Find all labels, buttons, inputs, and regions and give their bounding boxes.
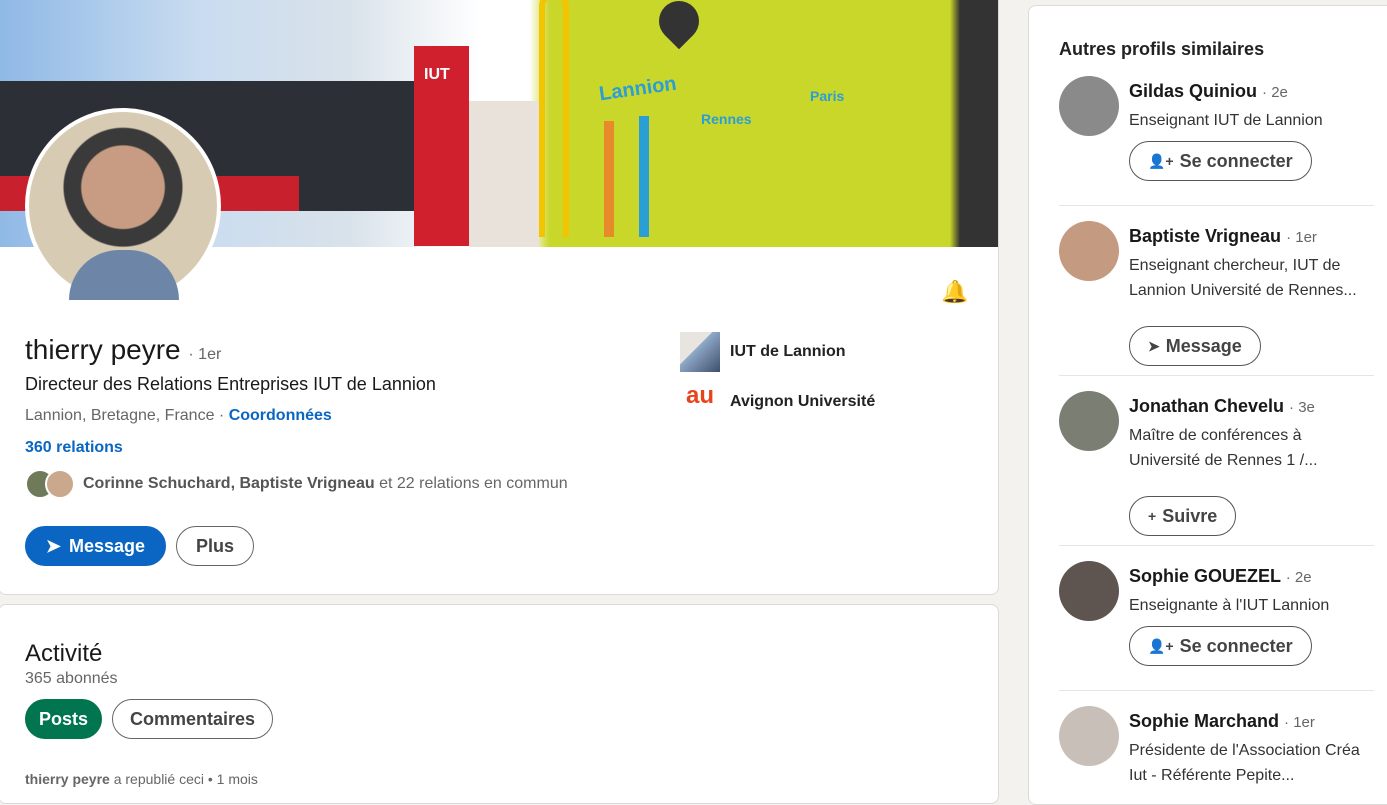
person-name[interactable]: Baptiste Vrigneau · 1er (1129, 226, 1317, 247)
person-headline: Enseignante à l'IUT Lannion (1129, 597, 1330, 614)
similar-profile-item[interactable]: Sophie Marchand · 1er Présidente de l'As… (1059, 706, 1374, 804)
add-person-icon: 👤+ (1148, 637, 1174, 654)
similar-profile-item[interactable]: Jonathan Chevelu · 3e Maître de conféren… (1059, 391, 1374, 536)
send-icon: ➤ (45, 535, 62, 556)
avatar[interactable] (1059, 76, 1119, 136)
similar-profile-item[interactable]: Sophie GOUEZEL · 2e Enseignante à l'IUT … (1059, 561, 1374, 681)
add-person-icon: 👤+ (1148, 152, 1174, 169)
banner-label-paris: Paris (810, 88, 845, 104)
person-headline: Présidente de l'Association Créa Iut - R… (1129, 742, 1360, 784)
divider (1059, 690, 1374, 691)
message-button[interactable]: ➤ Message (25, 526, 166, 566)
profile-action-button[interactable]: ➤ Message (1129, 326, 1261, 366)
action-label: Message (1165, 335, 1242, 356)
banner-iut-tower: IUT (414, 46, 469, 246)
bell-icon[interactable]: 🔔 (941, 279, 968, 305)
profile-action-button[interactable]: 👤+ Se connecter (1129, 141, 1312, 181)
connection-degree: · 3e (1289, 399, 1315, 416)
map-pin-icon (650, 0, 708, 50)
avatar (45, 469, 75, 499)
avatar[interactable] (1059, 561, 1119, 621)
org-iut-lannion[interactable]: IUT de Lannion (680, 332, 846, 372)
profile-name: thierry peyre · 1er (25, 334, 222, 365)
banner-arch (539, 0, 569, 237)
divider (1059, 545, 1374, 546)
connection-degree: · 2e (1285, 569, 1312, 586)
connections-link[interactable]: 360 relations (25, 439, 123, 457)
person-name[interactable]: Gildas Quiniou · 2e (1129, 81, 1288, 102)
profile-card: IUT Lannion Rennes Paris 🔔 thierry peyre… (0, 0, 999, 595)
sidebar-title: Autres profils similaires (1059, 39, 1265, 59)
banner-label-lannion: Lannion (597, 72, 678, 106)
person-name[interactable]: Sophie Marchand · 1er (1129, 711, 1315, 732)
connection-degree: · 2e (1262, 84, 1288, 101)
followers-count: 365 abonnés (25, 670, 118, 687)
contact-info-link[interactable]: Coordonnées (229, 407, 332, 424)
avatar[interactable] (1059, 706, 1119, 766)
more-button[interactable]: Plus (176, 526, 254, 566)
divider (1059, 205, 1374, 206)
activity-title: Activité (25, 640, 103, 667)
profile-avatar[interactable] (25, 108, 221, 304)
plus-icon: + (1148, 508, 1157, 524)
person-headline: Enseignant chercheur, IUT de Lannion Uni… (1129, 257, 1357, 299)
send-icon: ➤ (1148, 337, 1160, 354)
post-meta: a republié ceci • 1 mois (113, 771, 258, 787)
org-name: IUT de Lannion (730, 343, 846, 360)
tab-posts[interactable]: Posts (25, 699, 102, 739)
person-name[interactable]: Sophie GOUEZEL · 2e (1129, 566, 1312, 587)
person-name[interactable]: Jonathan Chevelu · 3e (1129, 396, 1315, 417)
avatar[interactable] (1059, 391, 1119, 451)
banner-arrow (639, 116, 649, 237)
action-label: Se connecter (1179, 635, 1293, 656)
profile-headline: Directeur des Relations Entreprises IUT … (25, 374, 436, 394)
activity-card: Activité 365 abonnés Posts Commentaires … (0, 604, 999, 804)
profile-location: Lannion, Bretagne, France · Coordonnées (25, 407, 332, 424)
banner-arrow (604, 121, 614, 237)
connection-degree: · 1er (1284, 714, 1315, 731)
banner-windows (469, 101, 539, 247)
avatar[interactable] (1059, 221, 1119, 281)
similar-profile-item[interactable]: Baptiste Vrigneau · 1er Enseignant cherc… (1059, 221, 1374, 366)
connection-degree: · 1er (188, 346, 222, 363)
connection-degree: · 1er (1286, 229, 1317, 246)
org-avignon[interactable]: au Avignon Université (680, 382, 875, 422)
tab-comments[interactable]: Commentaires (112, 699, 273, 739)
message-label: Message (69, 535, 146, 556)
mutual-names: Corinne Schuchard, Baptiste Vrigneau (83, 475, 375, 492)
org-name: Avignon Université (730, 393, 876, 410)
similar-profile-item[interactable]: Gildas Quiniou · 2e Enseignant IUT de La… (1059, 76, 1374, 196)
mutual-count: et 22 relations en commun (379, 475, 568, 492)
action-label: Suivre (1162, 505, 1218, 526)
person-headline: Enseignant IUT de Lannion (1129, 112, 1323, 129)
org-logo: au (685, 382, 714, 409)
profile-action-button[interactable]: + Suivre (1129, 496, 1237, 536)
mutual-connections[interactable]: Corinne Schuchard, Baptiste Vrigneau et … (25, 469, 568, 499)
similar-profiles-card: Autres profils similaires Gildas Quiniou… (1028, 5, 1387, 805)
org-logo (680, 332, 720, 372)
post-author[interactable]: thierry peyre (25, 771, 110, 787)
post-header: thierry peyre a republié ceci • 1 mois (25, 771, 258, 787)
action-label: Se connecter (1179, 150, 1293, 171)
divider (1059, 375, 1374, 376)
person-headline: Maître de conférences à Université de Re… (1129, 427, 1318, 469)
profile-action-button[interactable]: 👤+ Se connecter (1129, 626, 1312, 666)
banner-label-rennes: Rennes (701, 111, 752, 127)
